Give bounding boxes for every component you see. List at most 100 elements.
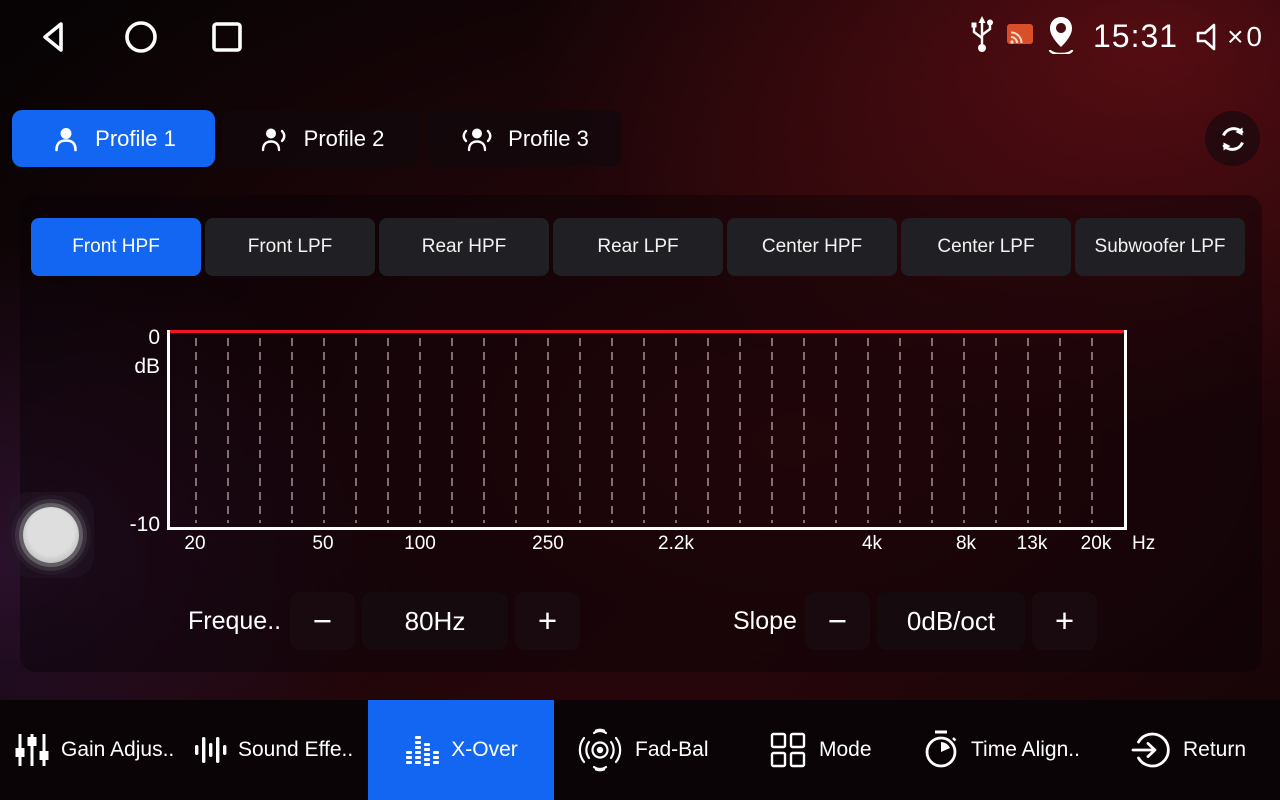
tab-front-hpf[interactable]: Front HPF [31,218,201,276]
home-icon[interactable] [122,18,160,56]
x-tick-50: 50 [312,533,333,555]
nav-mode-label: Mode [819,738,872,762]
x-tick-13k: 13k [1017,533,1048,555]
gridline [867,338,869,523]
person-icon [51,124,81,154]
gridline [259,338,261,523]
y-axis-min-label: -10 [110,513,160,537]
tab-rear-hpf[interactable]: Rear HPF [379,218,549,276]
xover-panel: Front HPF Front LPF Rear HPF Rear LPF Ce… [20,195,1262,672]
frequency-value-text: 80Hz [405,606,466,637]
volume-level: 0 [1246,21,1262,53]
plus-glyph: + [1055,602,1074,640]
gridline [515,338,517,523]
floating-knob[interactable] [8,492,94,578]
gridline [291,338,293,523]
gridline [707,338,709,523]
nav-sound-effects[interactable]: Sound Effe.. [193,700,353,800]
tab-center-hpf-label: Center HPF [762,236,862,258]
tab-center-lpf[interactable]: Center LPF [901,218,1071,276]
gridline [419,338,421,523]
nav-time-align[interactable]: Time Align.. [922,700,1080,800]
bottom-nav: Gain Adjus.. Sound Effe.. X-Over [0,700,1280,800]
nav-fad-bal-label: Fad-Bal [635,738,709,762]
location-icon [1045,14,1077,59]
minus-glyph: − [313,602,332,640]
nav-mode[interactable]: Mode [768,700,872,800]
x-tick-20: 20 [184,533,205,555]
tab-rear-lpf[interactable]: Rear LPF [553,218,723,276]
muted-speaker-icon [1194,20,1224,54]
windows-grid-icon [768,730,808,770]
tab-subwoofer-lpf-label: Subwoofer LPF [1095,236,1226,258]
gridline [451,338,453,523]
android-nav-keys [36,18,246,56]
nav-gain-adjust[interactable]: Gain Adjus.. [14,700,174,800]
profile-3-button[interactable]: Profile 3 [427,110,622,167]
gridline [1027,338,1029,523]
gridline [355,338,357,523]
knob-circle [23,507,79,563]
speaker-waves-icon [576,728,624,772]
gridline [547,338,549,523]
volume-status: × 0 [1194,20,1262,54]
gridline [963,338,965,523]
nav-return-label: Return [1183,738,1246,762]
slope-minus-button[interactable]: − [805,592,870,650]
channel-filter-tabs: Front HPF Front LPF Rear HPF Rear LPF Ce… [31,218,1245,276]
equalizer-dashes-icon [404,730,440,770]
nav-xover-label: X-Over [451,738,518,762]
x-tick-4k: 4k [862,533,882,555]
nav-gain-adjust-label: Gain Adjus.. [61,738,174,762]
gridline [323,338,325,523]
tab-rear-hpf-label: Rear HPF [422,236,506,258]
x-tick-2k2: 2.2k [658,533,694,555]
slope-plus-button[interactable]: + [1032,592,1097,650]
x-tick-20k: 20k [1081,533,1112,555]
gridline [739,338,741,523]
gridline [579,338,581,523]
gridline [387,338,389,523]
gridline [611,338,613,523]
slope-value-text: 0dB/oct [907,606,995,637]
y-axis-max-label: 0 [110,326,160,350]
cast-icon [1005,21,1035,52]
reset-button[interactable] [1205,111,1260,166]
usb-icon [969,14,995,59]
person-waves-icon [460,124,494,154]
nav-xover[interactable]: X-Over [368,700,554,800]
gridline [835,338,837,523]
gridline [1091,338,1093,523]
volume-mute-mark: × [1227,21,1243,53]
gridline [1059,338,1061,523]
profile-3-label: Profile 3 [508,126,589,152]
waveform-bars-icon [193,730,227,770]
back-icon[interactable] [36,18,74,56]
profile-2-button[interactable]: Profile 2 [223,110,419,167]
frequency-plus-button[interactable]: + [515,592,580,650]
gridline [483,338,485,523]
nav-return[interactable]: Return [1130,700,1246,800]
nav-time-align-label: Time Align.. [971,738,1080,762]
profile-2-label: Profile 2 [304,126,385,152]
slope-value: 0dB/oct [877,592,1025,650]
tab-center-lpf-label: Center LPF [937,236,1034,258]
tab-front-lpf[interactable]: Front LPF [205,218,375,276]
minus-glyph: − [828,602,847,640]
response-curve [170,330,1124,333]
tab-subwoofer-lpf[interactable]: Subwoofer LPF [1075,218,1245,276]
frequency-value: 80Hz [362,592,508,650]
gridline [771,338,773,523]
gridline [675,338,677,523]
profile-1-button[interactable]: Profile 1 [12,110,215,167]
x-tick-8k: 8k [956,533,976,555]
gridline [227,338,229,523]
recents-icon[interactable] [208,18,246,56]
gridline [931,338,933,523]
status-clock: 15:31 [1093,18,1178,55]
x-tick-100: 100 [404,533,436,555]
tab-front-lpf-label: Front LPF [248,236,332,258]
frequency-minus-button[interactable]: − [290,592,355,650]
nav-fad-bal[interactable]: Fad-Bal [576,700,709,800]
tab-center-hpf[interactable]: Center HPF [727,218,897,276]
